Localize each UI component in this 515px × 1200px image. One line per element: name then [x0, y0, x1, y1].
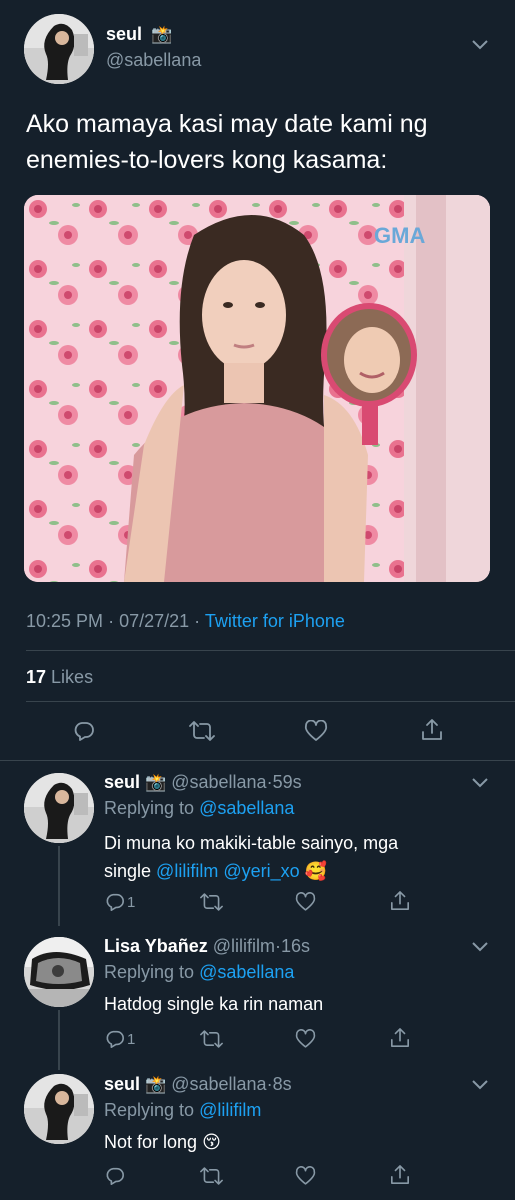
reply-count: 1	[127, 893, 136, 911]
tweet-source-link[interactable]: Twitter for iPhone	[205, 611, 345, 631]
reply-3-avatar[interactable]	[24, 1074, 94, 1144]
reply-1-header: seul 📸 @sabellana·59s	[104, 772, 302, 793]
reply-3-replying-to: Replying to @lilifilm	[104, 1100, 261, 1121]
reply-1-reply-button[interactable]: 1	[105, 892, 135, 912]
like-heart-icon[interactable]	[295, 892, 316, 912]
like-heart-icon[interactable]	[304, 720, 328, 742]
tweet-time: 10:25 PM	[26, 611, 104, 631]
reply-2-author-name[interactable]: Lisa Ybañez	[104, 936, 208, 956]
reply-icon[interactable]	[105, 1166, 125, 1186]
like-heart-icon[interactable]	[295, 1029, 316, 1049]
author-handle[interactable]: @sabellana	[106, 50, 201, 71]
reply-icon	[106, 1030, 124, 1048]
reply-3-author-name[interactable]: seul	[104, 1074, 140, 1094]
divider	[26, 701, 515, 702]
avatar-photo	[24, 14, 94, 84]
reply-1-author-name[interactable]: seul	[104, 772, 140, 792]
likes-label: Likes	[51, 667, 94, 687]
tweet-text: Ako mamaya kasi may date kami ng enemies…	[26, 106, 428, 178]
reply-3-text-body: Not for long	[104, 1132, 198, 1152]
tweet-text-line-2: enemies-to-lovers kong kasama:	[26, 146, 388, 174]
share-icon[interactable]	[390, 1027, 410, 1049]
reply-1-time: 59s	[272, 772, 302, 792]
tweet-timestamp: 10:25 PM · 07/27/21 · Twitter for iPhone	[26, 611, 345, 632]
reply-2-time: 16s	[281, 936, 311, 956]
avatar-photo	[24, 773, 94, 843]
retweet-icon[interactable]	[189, 720, 215, 742]
more-options-chevron-icon[interactable]	[472, 40, 488, 50]
reply-2-text: Hatdog single ka rin naman	[104, 994, 324, 1014]
replying-to-mention[interactable]: @sabellana	[199, 798, 294, 818]
replying-label: Replying to	[104, 1100, 195, 1120]
reply-3-header: seul 📸 @sabellana·8s	[104, 1074, 292, 1095]
replying-to-mention[interactable]: @sabellana	[199, 962, 294, 982]
retweet-icon[interactable]	[200, 1029, 223, 1049]
likes-count: 17	[26, 667, 47, 687]
reply-1-text-line-1: Di muna ko makiki-table sainyo, mga	[104, 833, 399, 853]
tweet-date: 07/27/21	[119, 611, 190, 631]
camera-emoji: 📸	[145, 1075, 167, 1094]
reply-1-handle[interactable]: @sabellana	[171, 772, 266, 792]
reply-2-header: Lisa Ybañez @lilifilm·16s	[104, 936, 310, 957]
camera-emoji: 📸	[151, 25, 173, 44]
tweet-text-line-1: Ako mamaya kasi may date kami ng	[26, 110, 428, 138]
reply-1-text-line-2: single @lilifilm @yeri_xo 🥰	[104, 857, 398, 885]
reply-count: 1	[127, 1030, 136, 1048]
avatar-photo	[24, 1074, 94, 1144]
reply-2-reply-button[interactable]: 1	[105, 1029, 135, 1049]
author-avatar[interactable]	[24, 14, 94, 84]
text-prefix: single	[104, 861, 152, 881]
divider	[0, 760, 515, 761]
share-icon[interactable]	[421, 718, 443, 742]
author-name-row: seul 📸	[106, 24, 172, 45]
avatar-photo-car-mirror	[24, 937, 94, 1007]
reply-icon	[106, 893, 124, 911]
mention-lilifilm[interactable]: @lilifilm	[156, 861, 218, 881]
replying-to-mention[interactable]: @lilifilm	[199, 1100, 261, 1120]
share-icon[interactable]	[390, 890, 410, 912]
camera-emoji: 📸	[145, 773, 167, 792]
reply-3-more-chevron-icon[interactable]	[472, 1080, 488, 1090]
reply-2-more-chevron-icon[interactable]	[472, 942, 488, 952]
reply-1-more-chevron-icon[interactable]	[472, 778, 488, 788]
author-name[interactable]: seul	[106, 24, 142, 44]
thread-connector-line	[58, 846, 60, 926]
reply-2-handle[interactable]: @lilifilm	[213, 936, 275, 956]
reply-1-avatar[interactable]	[24, 773, 94, 843]
like-heart-icon[interactable]	[295, 1166, 316, 1186]
retweet-icon[interactable]	[200, 1166, 223, 1186]
divider	[26, 650, 515, 651]
share-icon[interactable]	[390, 1164, 410, 1186]
timestamp-separator-2: ·	[194, 611, 201, 631]
smiling-hearts-emoji: 🥰	[304, 861, 328, 881]
reply-icon[interactable]	[73, 720, 95, 742]
thread-connector-line	[58, 1010, 60, 1070]
gma-watermark: GMA	[374, 223, 425, 248]
reply-2-replying-to: Replying to @sabellana	[104, 962, 294, 983]
replying-label: Replying to	[104, 798, 195, 818]
kissing-face-emoji: 😚	[202, 1132, 221, 1152]
tweet-image[interactable]: GMA	[24, 195, 490, 582]
reply-3-handle[interactable]: @sabellana	[171, 1074, 266, 1094]
replying-label: Replying to	[104, 962, 195, 982]
reply-3-text: Not for long 😚	[104, 1132, 221, 1153]
likes-stat[interactable]: 17 Likes	[26, 667, 93, 688]
mention-yeri-xo[interactable]: @yeri_xo	[223, 861, 299, 881]
reply-2-avatar[interactable]	[24, 937, 94, 1007]
timestamp-separator: ·	[108, 611, 115, 631]
photo-mirror-scene: GMA	[24, 195, 490, 582]
retweet-icon[interactable]	[200, 892, 223, 912]
reply-1-replying-to: Replying to @sabellana	[104, 798, 294, 819]
reply-1-text: Di muna ko makiki-table sainyo, mga sing…	[104, 829, 398, 885]
reply-3-time: 8s	[272, 1074, 292, 1094]
